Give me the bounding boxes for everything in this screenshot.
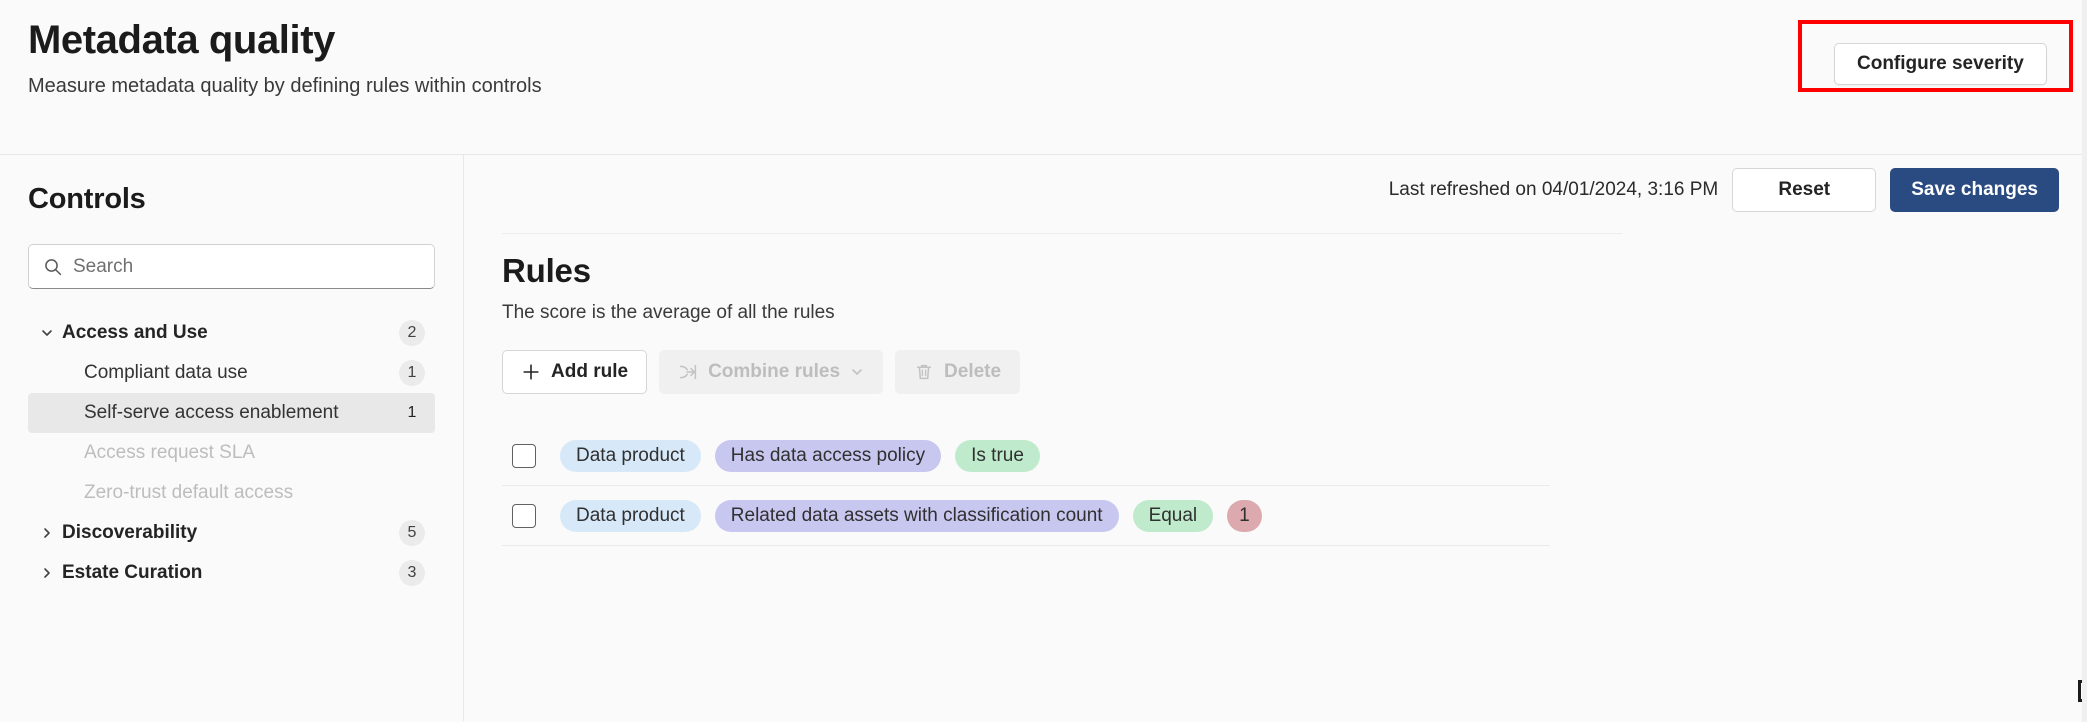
- search-icon: [43, 257, 63, 277]
- main-toolbar: Last refreshed on 04/01/2024, 3:16 PM Re…: [464, 155, 2087, 225]
- rule-chip-entity[interactable]: Data product: [560, 440, 701, 472]
- rule-chip-attribute[interactable]: Has data access policy: [715, 440, 941, 472]
- rules-actions-toolbar: Add rule Combine rules: [502, 350, 1622, 394]
- sidebar-title: Controls: [28, 183, 435, 216]
- search-input[interactable]: [73, 256, 420, 278]
- sidebar-group-label: Access and Use: [58, 322, 399, 344]
- table-row[interactable]: Data product Related data assets with cl…: [502, 486, 1550, 546]
- sidebar-group-count: 5: [399, 520, 425, 546]
- sidebar-group-estate-curation[interactable]: Estate Curation 3: [28, 553, 435, 593]
- rules-list: Data product Has data access policy Is t…: [502, 426, 1550, 546]
- rules-main-panel: Last refreshed on 04/01/2024, 3:16 PM Re…: [464, 155, 2087, 721]
- search-box[interactable]: [28, 244, 435, 289]
- controls-sidebar: Controls Access and Use 2: [0, 155, 464, 721]
- sidebar-group-label: Estate Curation: [58, 562, 399, 584]
- sidebar-item-access-request-sla: Access request SLA: [28, 433, 435, 473]
- sidebar-group-label: Discoverability: [58, 522, 399, 544]
- sidebar-item-zero-trust-default-access: Zero-trust default access: [28, 473, 435, 513]
- rule-chip-entity[interactable]: Data product: [560, 500, 701, 532]
- page-title: Metadata quality: [28, 18, 2059, 63]
- save-changes-button[interactable]: Save changes: [1890, 168, 2059, 212]
- sidebar-item-label: Self-serve access enablement: [84, 400, 399, 426]
- page-scrollbar-track[interactable]: [2082, 0, 2087, 722]
- sidebar-group-count: 3: [399, 560, 425, 586]
- trash-icon: [914, 362, 934, 382]
- sidebar-item-compliant-data-use[interactable]: Compliant data use 1: [28, 353, 435, 393]
- rule-chip-operator[interactable]: Equal: [1133, 500, 1214, 532]
- combine-rules-label: Combine rules: [708, 361, 840, 383]
- sidebar-item-label: Access request SLA: [84, 440, 425, 466]
- chevron-right-icon: [36, 526, 58, 540]
- chevron-right-icon: [36, 566, 58, 580]
- rule-chip-attribute[interactable]: Related data assets with classification …: [715, 500, 1119, 532]
- rules-title: Rules: [502, 252, 1622, 290]
- rule-chip-operator[interactable]: Is true: [955, 440, 1040, 472]
- reset-button[interactable]: Reset: [1732, 168, 1876, 212]
- merge-icon: [678, 362, 698, 382]
- rule-chip-value[interactable]: 1: [1227, 500, 1262, 532]
- table-row[interactable]: Data product Has data access policy Is t…: [502, 426, 1550, 486]
- configure-severity-button[interactable]: Configure severity: [1834, 43, 2047, 85]
- sidebar-item-self-serve-access-enablement[interactable]: Self-serve access enablement 1: [28, 393, 435, 433]
- page-subtitle: Measure metadata quality by defining rul…: [28, 75, 2059, 98]
- sidebar-group-access-and-use[interactable]: Access and Use 2: [28, 313, 435, 353]
- sidebar-item-label: Zero-trust default access: [84, 480, 425, 506]
- last-refreshed-text: Last refreshed on 04/01/2024, 3:16 PM: [1389, 179, 1719, 201]
- rules-subtitle: The score is the average of all the rule…: [502, 302, 1622, 324]
- sidebar-item-count: 1: [399, 360, 425, 386]
- chevron-down-icon: [36, 326, 58, 340]
- rules-pane: Rules The score is the average of all th…: [502, 233, 1622, 546]
- delete-rules-button[interactable]: Delete: [895, 350, 1020, 394]
- plus-icon: [521, 362, 541, 382]
- controls-tree: Access and Use 2 Compliant data use 1 Se…: [28, 313, 435, 593]
- sidebar-group-discoverability[interactable]: Discoverability 5: [28, 513, 435, 553]
- add-rule-label: Add rule: [551, 361, 628, 383]
- rule-row-checkbox[interactable]: [512, 504, 536, 528]
- delete-rules-label: Delete: [944, 361, 1001, 383]
- chevron-down-icon: [850, 365, 864, 379]
- rule-row-checkbox[interactable]: [512, 444, 536, 468]
- combine-rules-button[interactable]: Combine rules: [659, 350, 883, 394]
- body-split: Controls Access and Use 2: [0, 155, 2087, 721]
- sidebar-group-count: 2: [399, 320, 425, 346]
- sidebar-item-count: 1: [399, 400, 425, 426]
- sidebar-item-label: Compliant data use: [84, 360, 399, 386]
- page-header: Metadata quality Measure metadata qualit…: [0, 0, 2087, 155]
- add-rule-button[interactable]: Add rule: [502, 350, 647, 394]
